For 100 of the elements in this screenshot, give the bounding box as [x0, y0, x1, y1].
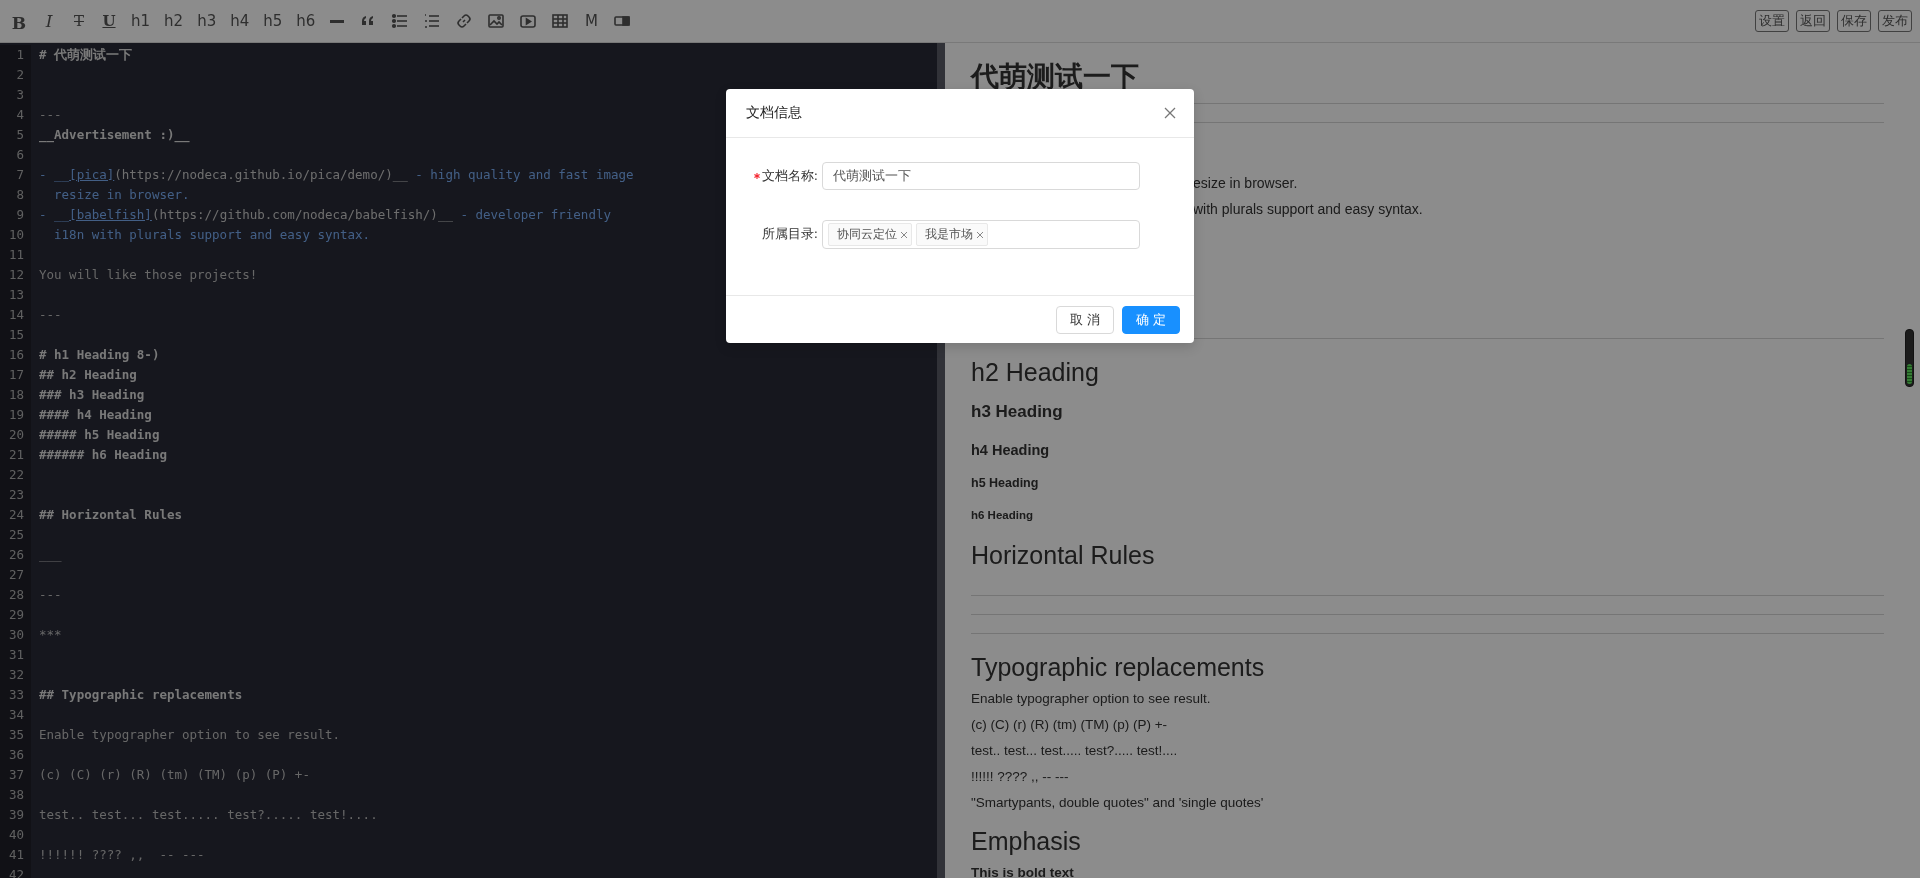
close-icon — [1164, 107, 1176, 119]
toolbar-button[interactable]: B — [8, 8, 30, 38]
toolbar-button[interactable]: h2 — [161, 10, 187, 32]
line-number: 10 — [0, 225, 31, 245]
line-number: 20 — [0, 425, 31, 445]
toolbar-button[interactable]: h4 — [227, 10, 253, 32]
action-button[interactable]: 保存 — [1837, 10, 1871, 32]
code-line: ## h2 Heading — [38, 366, 137, 384]
line-number: 4 — [0, 105, 31, 125]
code-line: ## Typographic replacements — [38, 686, 243, 704]
code-line: # h1 Heading 8-) — [38, 346, 160, 364]
line-number: 21 — [0, 445, 31, 465]
line-number: 6 — [0, 145, 31, 165]
code-line: ###### h6 Heading — [38, 446, 167, 464]
line-number: 36 — [0, 745, 31, 765]
paragraph: test.. test... test..... test?..... test!.... — [971, 742, 1179, 760]
line-number: 19 — [0, 405, 31, 425]
paragraph: !!!!!! ???? ,, -- --- — [971, 768, 1070, 786]
toolbar-button[interactable]: h1 — [128, 10, 154, 32]
line-number: 22 — [0, 465, 31, 485]
code-line: ##### h5 Heading — [38, 426, 160, 444]
line-number: 31 — [0, 645, 31, 665]
toolbar-button[interactable]: h6 — [293, 10, 319, 32]
code-line: - __[babelfish](https://github.com/nodeca/babelfish/)__ - developer friendly — [38, 206, 611, 224]
line-number: 29 — [0, 605, 31, 625]
code-line: #### h4 Heading — [38, 406, 152, 424]
line-number: 24 — [0, 505, 31, 525]
heading: h3 Heading — [971, 401, 1064, 423]
code-line: --- — [38, 106, 62, 124]
toolbar-button[interactable]: h3 — [194, 10, 220, 32]
toolbar-button[interactable]: I — [38, 9, 60, 33]
line-number: 41 — [0, 845, 31, 865]
line-number: 30 — [0, 625, 31, 645]
paragraph: (c) (C) (r) (R) (tm) (TM) (p) (P) +- — [971, 716, 1169, 734]
line-number: 18 — [0, 385, 31, 405]
bullet-list-icon — [391, 12, 410, 30]
field-label: 文档名称: — [761, 167, 818, 185]
table-icon — [551, 12, 570, 30]
remove-icon[interactable] — [900, 230, 908, 239]
heading: h5 Heading — [971, 475, 1040, 492]
paragraph: Enable typographer option to see result. — [971, 690, 1212, 708]
paragraph: "Smartypants, double quotes" and 'single quotes' — [971, 794, 1265, 812]
line-number: 27 — [0, 565, 31, 585]
heading: Emphasis — [971, 826, 1082, 856]
line-number: 15 — [0, 325, 31, 345]
line-number: 28 — [0, 585, 31, 605]
confirm-button[interactable]: 确 定 — [1121, 305, 1180, 334]
line-number: 8 — [0, 185, 31, 205]
code-line: resize in browser. — [53, 186, 190, 204]
image-icon — [487, 12, 506, 30]
line-number: 25 — [0, 525, 31, 545]
line-number: 7 — [0, 165, 31, 185]
toolbar-button[interactable]: M — [580, 10, 603, 32]
code-line: i18n with plurals support and easy syntax. — [53, 226, 371, 244]
code-line: ### h3 Heading — [38, 386, 145, 404]
line-number: 3 — [0, 85, 31, 105]
line-number: 39 — [0, 805, 31, 825]
code-line: ___ — [38, 546, 62, 564]
line-number: 16 — [0, 345, 31, 365]
code-line: --- — [38, 586, 62, 604]
code-line: Enable typographer option to see result. — [38, 726, 341, 744]
action-button[interactable]: 发布 — [1878, 10, 1912, 32]
line-number: 32 — [0, 665, 31, 685]
code-line: - __[pica](https://nodeca.github.io/pica/demo/)__ - high quality and fast image — [38, 166, 634, 184]
toolbar-button[interactable]: U — [98, 10, 120, 32]
tag-select-field[interactable]: 协同云定位 我是市场 — [822, 220, 1140, 249]
code-line: (c) (C) (r) (R) (tm) (TM) (p) (P) +- — [38, 766, 310, 784]
code-line: !!!!!! ???? ,, -- --- — [38, 846, 205, 864]
toolbar-button[interactable]: h5 — [260, 10, 286, 32]
code-line: --- — [38, 306, 62, 324]
cancel-button[interactable]: 取 消 — [1055, 305, 1114, 334]
line-number: 13 — [0, 285, 31, 305]
line-number: 5 — [0, 125, 31, 145]
line-number: 38 — [0, 785, 31, 805]
heading: h6 Heading — [971, 508, 1034, 523]
tag: 我是市场 — [916, 223, 988, 246]
scrollbar[interactable] — [1905, 329, 1914, 387]
line-number: 26 — [0, 545, 31, 565]
line-number: 35 — [0, 725, 31, 745]
line-number: 2 — [0, 65, 31, 85]
line-number: 40 — [0, 825, 31, 845]
remove-icon[interactable] — [976, 230, 984, 239]
link-icon — [455, 12, 474, 30]
code-line: # 代萌测试一下 — [38, 46, 133, 64]
code-line: *** — [38, 626, 62, 644]
heading: Typographic replacements — [971, 652, 1266, 682]
action-button[interactable]: 设置 — [1755, 10, 1789, 32]
line-number: 23 — [0, 485, 31, 505]
dialog-title: 文档信息 — [746, 104, 802, 122]
code-line: test.. test... test..... test?..... test!.... — [38, 806, 378, 824]
line-number: 33 — [0, 685, 31, 705]
paragraph: esize in browser. — [1192, 174, 1299, 193]
numbered-list-icon — [423, 12, 442, 30]
close-button[interactable] — [1162, 105, 1178, 121]
line-number: 9 — [0, 205, 31, 225]
line-number: 17 — [0, 365, 31, 385]
input-field[interactable]: 代萌测试一下 — [822, 162, 1140, 190]
line-number: 11 — [0, 245, 31, 265]
action-button[interactable]: 返回 — [1796, 10, 1830, 32]
toolbar-button[interactable]: T — [68, 10, 90, 32]
